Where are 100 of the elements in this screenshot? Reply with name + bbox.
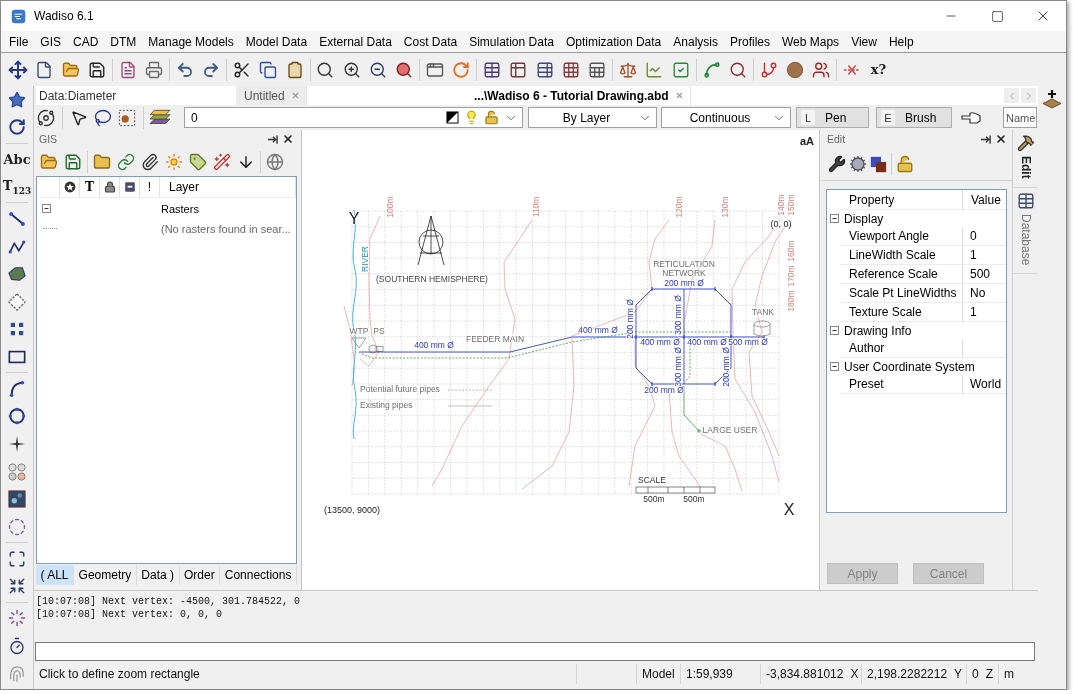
panel-tab[interactable]: ( ALL [36, 565, 75, 585]
globe-icon[interactable] [266, 153, 284, 171]
maximize-icon[interactable] [8, 549, 26, 568]
search-icon[interactable] [316, 60, 335, 79]
select-box-icon[interactable] [118, 108, 136, 127]
group-label[interactable]: User Coordinate System [844, 359, 975, 374]
group-label[interactable]: Drawing Info [844, 323, 912, 338]
group-label[interactable]: Display [844, 211, 884, 226]
menu-item[interactable]: CAD [67, 34, 105, 49]
paperclip-icon[interactable] [141, 153, 159, 171]
paste-icon[interactable] [285, 60, 304, 79]
unlock-icon[interactable] [484, 110, 499, 125]
property-value[interactable]: 1 [970, 305, 977, 319]
menu-item[interactable]: GIS [34, 34, 67, 49]
property-value[interactable]: 500 [970, 267, 991, 281]
panel-tab[interactable]: Data ) [136, 565, 180, 585]
name-field[interactable]: Name [1003, 107, 1037, 128]
circles-icon[interactable] [8, 462, 26, 481]
circle-icon[interactable] [8, 407, 26, 426]
dots-ring-icon[interactable] [8, 609, 26, 628]
grid-icon[interactable] [8, 320, 26, 339]
menu-item[interactable]: Profiles [723, 34, 776, 49]
tool-button[interactable]: L Pen [796, 107, 869, 128]
close-icon[interactable] [995, 133, 1007, 145]
side-tab[interactable]: Edit [1013, 130, 1038, 188]
tag-icon[interactable] [189, 153, 207, 171]
polygon-icon[interactable] [8, 265, 26, 284]
maximize-icon[interactable] [990, 9, 1004, 23]
panel-tab[interactable]: Order [179, 565, 221, 585]
refresh-icon[interactable] [452, 60, 471, 79]
shrink-icon[interactable] [8, 577, 26, 596]
search-icon[interactable] [395, 60, 414, 79]
wrench-icon[interactable] [827, 155, 846, 173]
lasso-icon[interactable] [94, 108, 112, 127]
check-icon[interactable] [671, 60, 690, 79]
contrast-square-icon[interactable] [446, 111, 459, 124]
panel-tab[interactable]: Geometry [74, 565, 137, 585]
tree-item[interactable]: Rasters [161, 202, 199, 215]
table-icon[interactable] [509, 60, 528, 79]
diamond-icon[interactable] [8, 292, 26, 311]
save-icon[interactable] [88, 60, 107, 79]
collapse-icon[interactable] [42, 204, 51, 213]
table-icon[interactable] [1016, 191, 1035, 210]
side-tab[interactable]: Database [1013, 187, 1038, 275]
text-tool-button[interactable]: Abc [3, 152, 31, 166]
rotate-icon[interactable] [8, 118, 26, 137]
grid-icon[interactable] [562, 60, 581, 79]
line-chart-icon[interactable] [645, 60, 664, 79]
tool-button[interactable]: E Brush [876, 107, 952, 128]
menu-item[interactable]: View [845, 34, 883, 49]
users-icon[interactable] [812, 60, 831, 79]
star-icon[interactable] [8, 90, 26, 109]
move-icon[interactable] [8, 59, 29, 80]
color-dropdown[interactable]: By Layer [528, 107, 657, 128]
pin-icon[interactable] [980, 133, 991, 145]
overlap-squares-icon[interactable] [870, 155, 887, 173]
document-icon[interactable] [35, 60, 54, 79]
linetype-dropdown[interactable]: Continuous [661, 107, 791, 128]
page-icon[interactable] [118, 60, 137, 79]
magic-wand-icon[interactable] [213, 153, 231, 171]
hammer-icon[interactable] [1016, 134, 1035, 152]
gear-icon[interactable] [848, 155, 867, 173]
menu-item[interactable]: Model Data [239, 34, 314, 49]
print-icon[interactable] [145, 60, 164, 79]
copy-icon[interactable] [259, 60, 278, 79]
font-size-button[interactable]: aA [799, 136, 814, 147]
table-icon[interactable] [483, 60, 502, 79]
zoom-in-icon[interactable] [342, 60, 361, 79]
property-value[interactable]: 0 [970, 229, 977, 243]
close-icon[interactable] [282, 133, 294, 145]
menu-item[interactable]: Help [882, 34, 920, 49]
document-tab[interactable]: Untitled [236, 86, 307, 105]
property-value[interactable]: 1 [970, 248, 977, 262]
menu-item[interactable]: Web Maps [776, 34, 846, 49]
folder-plus-icon[interactable] [93, 153, 111, 171]
line-segment-icon[interactable] [8, 209, 26, 228]
cut-icon[interactable] [233, 60, 251, 79]
menu-item[interactable]: Analysis [667, 34, 724, 49]
window-icon[interactable] [426, 60, 445, 79]
space-label[interactable]: Model [642, 667, 675, 681]
link-icon[interactable] [117, 153, 135, 171]
pin-icon[interactable] [267, 133, 278, 145]
menu-item[interactable]: Manage Models [142, 34, 240, 49]
menu-item[interactable]: Cost Data [397, 34, 464, 49]
collapse-icon[interactable] [830, 214, 839, 223]
dashed-circle-icon[interactable] [8, 517, 26, 536]
menu-item[interactable]: External Data [313, 34, 398, 49]
command-input[interactable] [35, 641, 1035, 661]
timer-icon[interactable] [8, 636, 26, 655]
redo-icon[interactable] [202, 60, 221, 79]
collapse-icon[interactable] [830, 362, 839, 371]
panel-tab[interactable]: Connections [220, 565, 297, 585]
property-value[interactable]: World [970, 377, 1002, 391]
scale-icon[interactable] [619, 60, 638, 79]
search-icon[interactable] [728, 60, 747, 79]
menu-item[interactable]: Simulation Data [463, 34, 560, 49]
unlock-icon[interactable] [895, 155, 914, 173]
image-icon[interactable] [8, 490, 26, 509]
arc-icon[interactable] [8, 379, 26, 398]
numbered-text-button[interactable]: T$_{123}$ [2, 178, 32, 196]
